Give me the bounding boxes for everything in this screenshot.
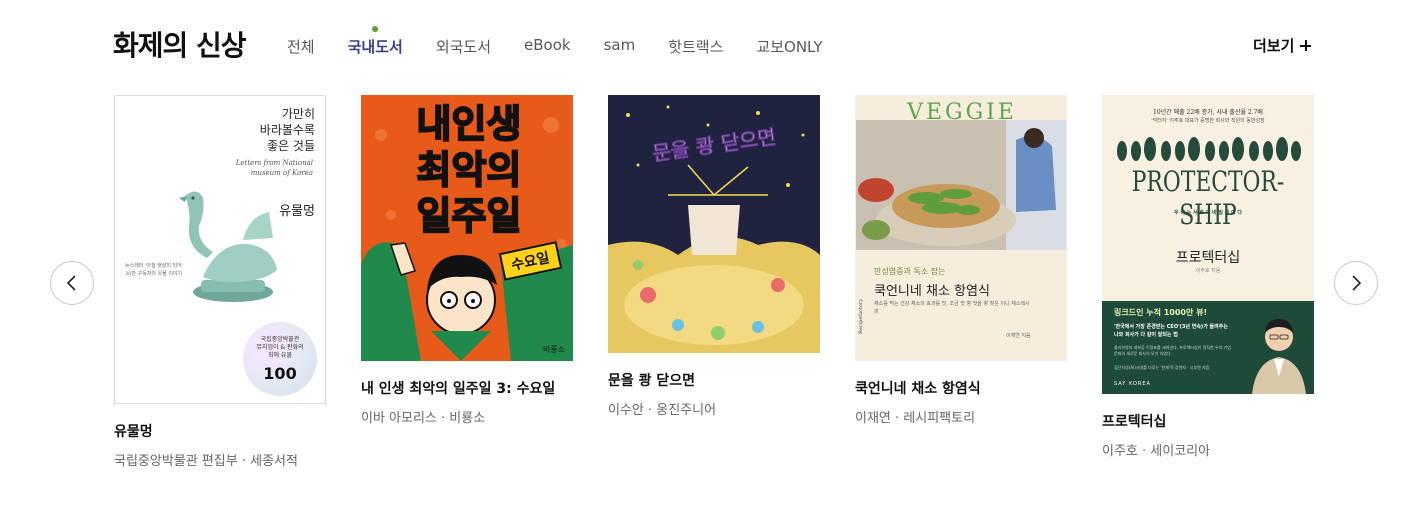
cover-kicker: 만성염증과 독소 잡는 bbox=[874, 267, 946, 276]
book-author-publisher: 이주호 · 세이코리아 bbox=[1102, 444, 1211, 459]
book-title[interactable]: 프로텍터십 bbox=[1102, 411, 1166, 431]
cover-author: 이주호 지음 bbox=[1195, 268, 1221, 274]
book-title[interactable]: 문을 쾅 닫으면 bbox=[608, 370, 695, 390]
cover-publisher: Recipefactory bbox=[858, 298, 864, 334]
cover-publisher: SAY KOREA bbox=[1114, 381, 1151, 387]
book-author-publisher: 이수안 · 웅진주니어 bbox=[608, 403, 717, 418]
tab-domestic-books[interactable]: 국내도서 bbox=[348, 26, 403, 57]
category-tabs: 전체 국내도서 외국도서 eBook sam 핫트랙스 교보ONLY bbox=[287, 26, 856, 57]
cover-quote: '한국에서 가장 존경받는 CEO'(3년 연속)가 들려주는 bbox=[1114, 324, 1228, 330]
cover-quote: 나와 회사가 다 같이 잘되는 법 bbox=[1114, 332, 1178, 338]
cover-band: 링크드인 누적 1000만 뷰! '한국에서 가장 존경받는 CEO'(3년 연… bbox=[1102, 301, 1314, 394]
active-dot bbox=[372, 26, 379, 32]
book-cover[interactable]: 10년간 매출 22배 증가, 사내 출산율 2.7배 '닥터지' 이주호 대표… bbox=[1102, 95, 1314, 394]
book-title[interactable]: 유물멍 bbox=[114, 421, 153, 441]
plus-icon bbox=[1300, 40, 1312, 51]
book-author-publisher: 국립중앙박물관 편집부 · 세종서적 bbox=[114, 454, 298, 469]
book-cover[interactable]: 내인생 최악의 일주일 수요일 비룡소 bbox=[361, 95, 573, 361]
cover-headline: PROTECTOR-SHIP bbox=[1131, 165, 1285, 231]
cover-title-line: 좋은 것들 bbox=[267, 139, 315, 153]
cover-title-line: 바라볼수록 bbox=[259, 123, 315, 137]
book-title[interactable]: 쿡언니네 채소 항염식 bbox=[855, 378, 981, 398]
food-photo bbox=[856, 120, 1066, 250]
cover-publisher: 비룡소 bbox=[542, 345, 565, 354]
carousel-next-button[interactable] bbox=[1334, 261, 1378, 305]
book-cover[interactable]: VEGGIE RECIPE 만성염증과 독소 잡는 쿡언니네 채소 항염식 채소… bbox=[855, 95, 1067, 361]
cover-subline: 우 리 는 서 로 의 비 빌 목 이 다 bbox=[1173, 210, 1242, 216]
penguin-row-illustration bbox=[1117, 137, 1301, 161]
more-label: 더보기 bbox=[1253, 37, 1295, 55]
cover-title: 내인생 최악의 일주일 bbox=[416, 101, 523, 239]
book-author-publisher: 이재연 · 레시피팩토리 bbox=[855, 411, 976, 426]
chevron-left-icon bbox=[66, 275, 76, 291]
book-cover[interactable]: 가만히 바라볼수록 좋은 것들 Letters from National mu… bbox=[114, 95, 326, 404]
tab-all[interactable]: 전체 bbox=[287, 36, 315, 57]
cover-body: 올리브영의 재보증 이정표를 세워낸다, 프로텍터십이 정직한 우리 기업 문화… bbox=[1114, 345, 1231, 356]
cover-banner: 링크드인 누적 1000만 뷰! bbox=[1114, 308, 1208, 317]
cover-top-line: 10년간 매출 22배 증가, 사내 출산율 2.7배 bbox=[1153, 109, 1263, 116]
section-title: 화제의 신상 bbox=[113, 29, 247, 62]
cover-author: 이재연 지음 bbox=[1006, 333, 1031, 339]
tab-ebook[interactable]: eBook bbox=[524, 36, 571, 57]
chevron-right-icon bbox=[1352, 275, 1362, 291]
cover-korean-title: 프로텍터십 bbox=[1175, 250, 1241, 266]
more-link[interactable]: 더보기 bbox=[1253, 35, 1312, 56]
tab-foreign-books[interactable]: 외국도서 bbox=[436, 36, 491, 57]
cover-reviewer: 집단지성(AI)시대를 다루는 '천재'적 강연자 · 시부켄 지음 bbox=[1114, 365, 1210, 370]
book-title[interactable]: 내 인생 최악의 일주일 3: 수요일 bbox=[361, 378, 555, 398]
cover-top-line: '닥터지' 이주호 대표가 증명한 회사와 직원의 동반성장 bbox=[1151, 118, 1265, 124]
book-cover[interactable]: 문을 쾅 닫으면 bbox=[608, 95, 820, 353]
tab-hottracks[interactable]: 핫트랙스 bbox=[668, 36, 723, 57]
cover-title: 쿡언니네 채소 항염식 bbox=[874, 284, 990, 299]
tab-sam[interactable]: sam bbox=[604, 36, 636, 57]
carousel-prev-button[interactable] bbox=[50, 261, 94, 305]
celadon-duck-illustration bbox=[179, 191, 277, 302]
author-portrait bbox=[1252, 319, 1306, 394]
cover-blurb: 채소를 먹는 건강 채소의 효과를 맛, 조금 맛 향 맛을 향 맞은 이니 채… bbox=[874, 301, 1030, 315]
cover-badge: 국립중앙박물관 뮤지엄이 & 판화의 최애 유물 100 bbox=[243, 322, 317, 396]
cover-title-line: 가만히 bbox=[281, 107, 315, 121]
cover-subtitle: Letters from National museum of Korea bbox=[235, 159, 313, 177]
tab-kyobo-only[interactable]: 교보ONLY bbox=[756, 36, 822, 57]
book-author-publisher: 이바 아모리스 · 비룡소 bbox=[361, 411, 486, 426]
